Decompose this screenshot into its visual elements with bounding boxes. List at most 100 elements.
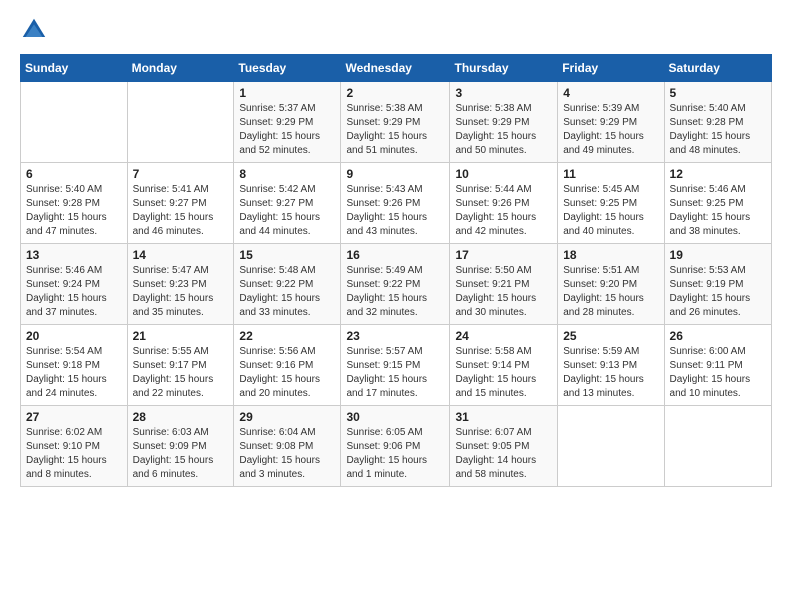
calendar-cell: 17 Sunrise: 5:50 AMSunset: 9:21 PMDayligh…	[450, 244, 558, 325]
calendar-header-tuesday: Tuesday	[234, 55, 341, 82]
day-info: Sunrise: 5:41 AMSunset: 9:27 PMDaylight:…	[133, 183, 229, 239]
calendar-cell: 12 Sunrise: 5:46 AMSunset: 9:25 PMDayligh…	[664, 163, 771, 244]
calendar-week-4: 20 Sunrise: 5:54 AMSunset: 9:18 PMDayligh…	[21, 325, 772, 406]
calendar-week-5: 27Sunrise: 6:02 AMSunset: 9:10 PMDayligh…	[21, 406, 772, 487]
day-number: 6	[26, 167, 122, 181]
day-number: 31	[455, 410, 552, 424]
day-number: 5	[670, 86, 766, 100]
calendar-cell	[664, 406, 771, 487]
day-number: 4	[563, 86, 658, 100]
day-number: 14	[133, 248, 229, 262]
day-info: Sunrise: 5:45 AMSunset: 9:25 PMDaylight:…	[563, 183, 658, 239]
calendar-week-2: 6 Sunrise: 5:40 AMSunset: 9:28 PMDaylight…	[21, 163, 772, 244]
calendar-cell: 25Sunrise: 5:59 AMSunset: 9:13 PMDayligh…	[558, 325, 664, 406]
day-number: 22	[239, 329, 335, 343]
calendar-cell: 18 Sunrise: 5:51 AMSunset: 9:20 PMDayligh…	[558, 244, 664, 325]
calendar-header-monday: Monday	[127, 55, 234, 82]
day-info: Sunrise: 5:38 AMSunset: 9:29 PMDaylight:…	[455, 102, 552, 158]
calendar-cell: 19 Sunrise: 5:53 AMSunset: 9:19 PMDayligh…	[664, 244, 771, 325]
calendar-cell: 10 Sunrise: 5:44 AMSunset: 9:26 PMDayligh…	[450, 163, 558, 244]
calendar-cell: 8 Sunrise: 5:42 AMSunset: 9:27 PMDaylight…	[234, 163, 341, 244]
calendar-cell: 31Sunrise: 6:07 AMSunset: 9:05 PMDayligh…	[450, 406, 558, 487]
day-number: 10	[455, 167, 552, 181]
day-number: 2	[346, 86, 444, 100]
day-number: 11	[563, 167, 658, 181]
day-info: Sunrise: 5:48 AMSunset: 9:22 PMDaylight:…	[239, 264, 335, 320]
day-number: 24	[455, 329, 552, 343]
calendar-cell: 28 Sunrise: 6:03 AMSunset: 9:09 PMDayligh…	[127, 406, 234, 487]
day-info: Sunrise: 5:39 AMSunset: 9:29 PMDaylight:…	[563, 102, 658, 158]
day-number: 29	[239, 410, 335, 424]
calendar-header-row: SundayMondayTuesdayWednesdayThursdayFrid…	[21, 55, 772, 82]
day-number: 9	[346, 167, 444, 181]
day-info: Sunrise: 5:55 AMSunset: 9:17 PMDaylight:…	[133, 345, 229, 401]
calendar-cell: 23 Sunrise: 5:57 AMSunset: 9:15 PMDayligh…	[341, 325, 450, 406]
day-number: 18	[563, 248, 658, 262]
day-info: Sunrise: 5:40 AMSunset: 9:28 PMDaylight:…	[26, 183, 122, 239]
calendar-cell	[21, 82, 128, 163]
calendar-cell	[558, 406, 664, 487]
logo	[20, 16, 52, 44]
day-number: 17	[455, 248, 552, 262]
day-info: Sunrise: 5:47 AMSunset: 9:23 PMDaylight:…	[133, 264, 229, 320]
day-info: Sunrise: 6:02 AMSunset: 9:10 PMDaylight:…	[26, 426, 122, 482]
calendar-cell: 4 Sunrise: 5:39 AMSunset: 9:29 PMDaylight…	[558, 82, 664, 163]
calendar-cell: 21 Sunrise: 5:55 AMSunset: 9:17 PMDayligh…	[127, 325, 234, 406]
day-info: Sunrise: 5:42 AMSunset: 9:27 PMDaylight:…	[239, 183, 335, 239]
day-info: Sunrise: 5:43 AMSunset: 9:26 PMDaylight:…	[346, 183, 444, 239]
calendar-header-thursday: Thursday	[450, 55, 558, 82]
calendar-header-wednesday: Wednesday	[341, 55, 450, 82]
day-number: 25	[563, 329, 658, 343]
calendar-cell: 24 Sunrise: 5:58 AMSunset: 9:14 PMDayligh…	[450, 325, 558, 406]
calendar-cell: 16 Sunrise: 5:49 AMSunset: 9:22 PMDayligh…	[341, 244, 450, 325]
day-number: 26	[670, 329, 766, 343]
day-number: 19	[670, 248, 766, 262]
day-info: Sunrise: 6:04 AMSunset: 9:08 PMDaylight:…	[239, 426, 335, 482]
calendar-cell: 27Sunrise: 6:02 AMSunset: 9:10 PMDayligh…	[21, 406, 128, 487]
day-info: Sunrise: 5:46 AMSunset: 9:24 PMDaylight:…	[26, 264, 122, 320]
calendar-cell: 11 Sunrise: 5:45 AMSunset: 9:25 PMDayligh…	[558, 163, 664, 244]
calendar-cell: 7Sunrise: 5:41 AMSunset: 9:27 PMDaylight…	[127, 163, 234, 244]
calendar-table: SundayMondayTuesdayWednesdayThursdayFrid…	[20, 54, 772, 487]
day-info: Sunrise: 5:53 AMSunset: 9:19 PMDaylight:…	[670, 264, 766, 320]
calendar-cell: 6 Sunrise: 5:40 AMSunset: 9:28 PMDaylight…	[21, 163, 128, 244]
day-number: 30	[346, 410, 444, 424]
calendar-cell: 30 Sunrise: 6:05 AMSunset: 9:06 PMDayligh…	[341, 406, 450, 487]
day-info: Sunrise: 5:57 AMSunset: 9:15 PMDaylight:…	[346, 345, 444, 401]
day-number: 21	[133, 329, 229, 343]
day-number: 28	[133, 410, 229, 424]
day-info: Sunrise: 5:37 AMSunset: 9:29 PMDaylight:…	[239, 102, 335, 158]
calendar-header-friday: Friday	[558, 55, 664, 82]
day-info: Sunrise: 5:38 AMSunset: 9:29 PMDaylight:…	[346, 102, 444, 158]
calendar-cell: 20 Sunrise: 5:54 AMSunset: 9:18 PMDayligh…	[21, 325, 128, 406]
day-info: Sunrise: 5:50 AMSunset: 9:21 PMDaylight:…	[455, 264, 552, 320]
calendar-cell: 13 Sunrise: 5:46 AMSunset: 9:24 PMDayligh…	[21, 244, 128, 325]
day-info: Sunrise: 5:40 AMSunset: 9:28 PMDaylight:…	[670, 102, 766, 158]
day-info: Sunrise: 5:58 AMSunset: 9:14 PMDaylight:…	[455, 345, 552, 401]
day-info: Sunrise: 6:00 AMSunset: 9:11 PMDaylight:…	[670, 345, 766, 401]
day-info: Sunrise: 5:54 AMSunset: 9:18 PMDaylight:…	[26, 345, 122, 401]
calendar-cell: 9 Sunrise: 5:43 AMSunset: 9:26 PMDaylight…	[341, 163, 450, 244]
day-number: 3	[455, 86, 552, 100]
day-number: 12	[670, 167, 766, 181]
day-number: 8	[239, 167, 335, 181]
calendar-week-1: 1Sunrise: 5:37 AMSunset: 9:29 PMDaylight…	[21, 82, 772, 163]
calendar-cell: 26 Sunrise: 6:00 AMSunset: 9:11 PMDayligh…	[664, 325, 771, 406]
day-info: Sunrise: 5:46 AMSunset: 9:25 PMDaylight:…	[670, 183, 766, 239]
day-info: Sunrise: 5:51 AMSunset: 9:20 PMDaylight:…	[563, 264, 658, 320]
calendar-header-sunday: Sunday	[21, 55, 128, 82]
day-number: 16	[346, 248, 444, 262]
day-info: Sunrise: 5:49 AMSunset: 9:22 PMDaylight:…	[346, 264, 444, 320]
day-number: 20	[26, 329, 122, 343]
day-info: Sunrise: 6:03 AMSunset: 9:09 PMDaylight:…	[133, 426, 229, 482]
calendar-cell: 5 Sunrise: 5:40 AMSunset: 9:28 PMDaylight…	[664, 82, 771, 163]
day-info: Sunrise: 6:05 AMSunset: 9:06 PMDaylight:…	[346, 426, 444, 482]
calendar-cell: 14 Sunrise: 5:47 AMSunset: 9:23 PMDayligh…	[127, 244, 234, 325]
logo-icon	[20, 16, 48, 44]
day-number: 23	[346, 329, 444, 343]
calendar-header-saturday: Saturday	[664, 55, 771, 82]
calendar-week-3: 13 Sunrise: 5:46 AMSunset: 9:24 PMDayligh…	[21, 244, 772, 325]
day-info: Sunrise: 5:44 AMSunset: 9:26 PMDaylight:…	[455, 183, 552, 239]
day-number: 13	[26, 248, 122, 262]
page: SundayMondayTuesdayWednesdayThursdayFrid…	[0, 0, 792, 612]
